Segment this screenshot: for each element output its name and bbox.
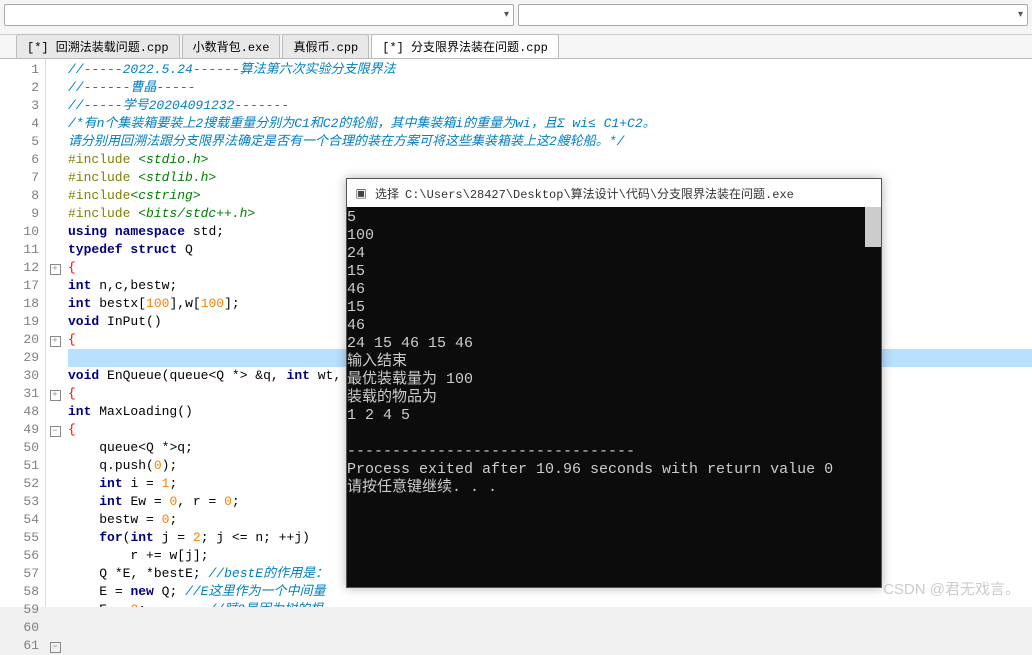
line-number: 56 (0, 547, 39, 565)
line-number: 11 (0, 241, 39, 259)
line-number: 48 (0, 403, 39, 421)
line-number: 7 (0, 169, 39, 187)
line-number: 2 (0, 79, 39, 97)
fold-cell (46, 367, 64, 385)
fold-column: +++−− (46, 59, 64, 607)
fold-cell: + (46, 259, 64, 277)
line-number: 31 (0, 385, 39, 403)
fold-minus-icon[interactable]: − (50, 642, 61, 653)
line-number: 3 (0, 97, 39, 115)
code-line[interactable]: //-----学号20204091232------- (68, 97, 1032, 115)
line-number: 58 (0, 583, 39, 601)
line-number: 49 (0, 421, 39, 439)
fold-cell (46, 349, 64, 367)
fold-cell (46, 547, 64, 565)
fold-cell (46, 457, 64, 475)
line-number: 19 (0, 313, 39, 331)
line-number: 60 (0, 619, 39, 637)
line-number: 53 (0, 493, 39, 511)
code-line[interactable]: //------曹晶----- (68, 79, 1032, 97)
line-number: 51 (0, 457, 39, 475)
fold-cell: + (46, 331, 64, 349)
code-line[interactable]: E = 0; //赋0是因为树的根 (68, 601, 1032, 607)
line-number: 12 (0, 259, 39, 277)
line-number: 18 (0, 295, 39, 313)
watermark: CSDN @君无戏言。 (883, 578, 1020, 599)
fold-plus-icon[interactable]: + (50, 264, 61, 275)
fold-plus-icon[interactable]: + (50, 390, 61, 401)
line-number: 55 (0, 529, 39, 547)
line-number: 52 (0, 475, 39, 493)
fold-minus-icon[interactable]: − (50, 426, 61, 437)
line-number: 17 (0, 277, 39, 295)
line-number: 5 (0, 133, 39, 151)
fold-plus-icon[interactable]: + (50, 336, 61, 347)
fold-cell (46, 151, 64, 169)
fold-cell (46, 529, 64, 547)
chevron-down-icon: ▾ (1018, 9, 1023, 21)
fold-cell (46, 277, 64, 295)
code-line[interactable]: 请分别用回溯法跟分支限界法确定是否有一个合理的装在方案可将这些集装箱装上这2艘轮… (68, 133, 1032, 151)
fold-cell: − (46, 637, 64, 655)
fold-cell (46, 223, 64, 241)
console-title-path: C:\Users\28427\Desktop\算法设计\代码\分支限界法装在问题… (405, 185, 794, 202)
fold-cell (46, 493, 64, 511)
tab-file[interactable]: [*] 回溯法装载问题.cpp (16, 34, 180, 58)
scrollbar-thumb[interactable] (865, 207, 881, 247)
tab-file[interactable]: [*] 分支限界法装在问题.cpp (371, 34, 559, 58)
fold-cell (46, 475, 64, 493)
fold-cell (46, 133, 64, 151)
line-number: 59 (0, 601, 39, 619)
fold-cell (46, 295, 64, 313)
fold-cell (46, 79, 64, 97)
fold-cell (46, 169, 64, 187)
chevron-down-icon: ▾ (504, 9, 509, 21)
console-titlebar[interactable]: ▣ 选择 C:\Users\28427\Desktop\算法设计\代码\分支限界… (347, 179, 881, 207)
fold-cell: − (46, 421, 64, 439)
tab-strip: [*] 回溯法装载问题.cpp 小数背包.exe 真假币.cpp [*] 分支限… (0, 35, 1032, 59)
fold-cell (46, 61, 64, 79)
line-number: 54 (0, 511, 39, 529)
line-number: 61 (0, 637, 39, 655)
line-number: 8 (0, 187, 39, 205)
tab-file[interactable]: 真假币.cpp (282, 34, 369, 58)
fold-cell (46, 583, 64, 601)
fold-cell (46, 187, 64, 205)
fold-cell (46, 115, 64, 133)
line-number: 10 (0, 223, 39, 241)
scope-combo-1[interactable]: ▾ (4, 4, 514, 26)
line-number-gutter: 1234567891011121718192029303148495051525… (0, 59, 46, 607)
toolbar: ▾ ▾ (0, 0, 1032, 35)
line-number: 57 (0, 565, 39, 583)
console-icon: ▣ (353, 185, 369, 201)
fold-cell (46, 601, 64, 619)
line-number: 50 (0, 439, 39, 457)
line-number: 9 (0, 205, 39, 223)
fold-cell (46, 511, 64, 529)
tab-file[interactable]: 小数背包.exe (182, 34, 281, 58)
fold-cell (46, 97, 64, 115)
fold-cell: + (46, 385, 64, 403)
line-number: 6 (0, 151, 39, 169)
code-line[interactable]: /*有n个集装箱要装上2搜载重量分别为C1和C2的轮船，其中集装箱i的重量为wi… (68, 115, 1032, 133)
code-line[interactable]: //-----2022.5.24------算法第六次实验分支限界法 (68, 61, 1032, 79)
fold-cell (46, 403, 64, 421)
console-output: 5 100 24 15 46 15 46 24 15 46 15 46 输入结束… (347, 207, 881, 499)
line-number: 20 (0, 331, 39, 349)
fold-cell (46, 205, 64, 223)
code-line[interactable]: #include <stdio.h> (68, 151, 1032, 169)
console-window[interactable]: ▣ 选择 C:\Users\28427\Desktop\算法设计\代码\分支限界… (346, 178, 882, 588)
fold-cell (46, 439, 64, 457)
line-number: 4 (0, 115, 39, 133)
line-number: 30 (0, 367, 39, 385)
fold-cell (46, 565, 64, 583)
fold-cell (46, 619, 64, 637)
scope-combo-2[interactable]: ▾ (518, 4, 1028, 26)
line-number: 1 (0, 61, 39, 79)
fold-cell (46, 241, 64, 259)
fold-cell (46, 313, 64, 331)
line-number: 29 (0, 349, 39, 367)
console-title-prefix: 选择 (375, 185, 399, 202)
